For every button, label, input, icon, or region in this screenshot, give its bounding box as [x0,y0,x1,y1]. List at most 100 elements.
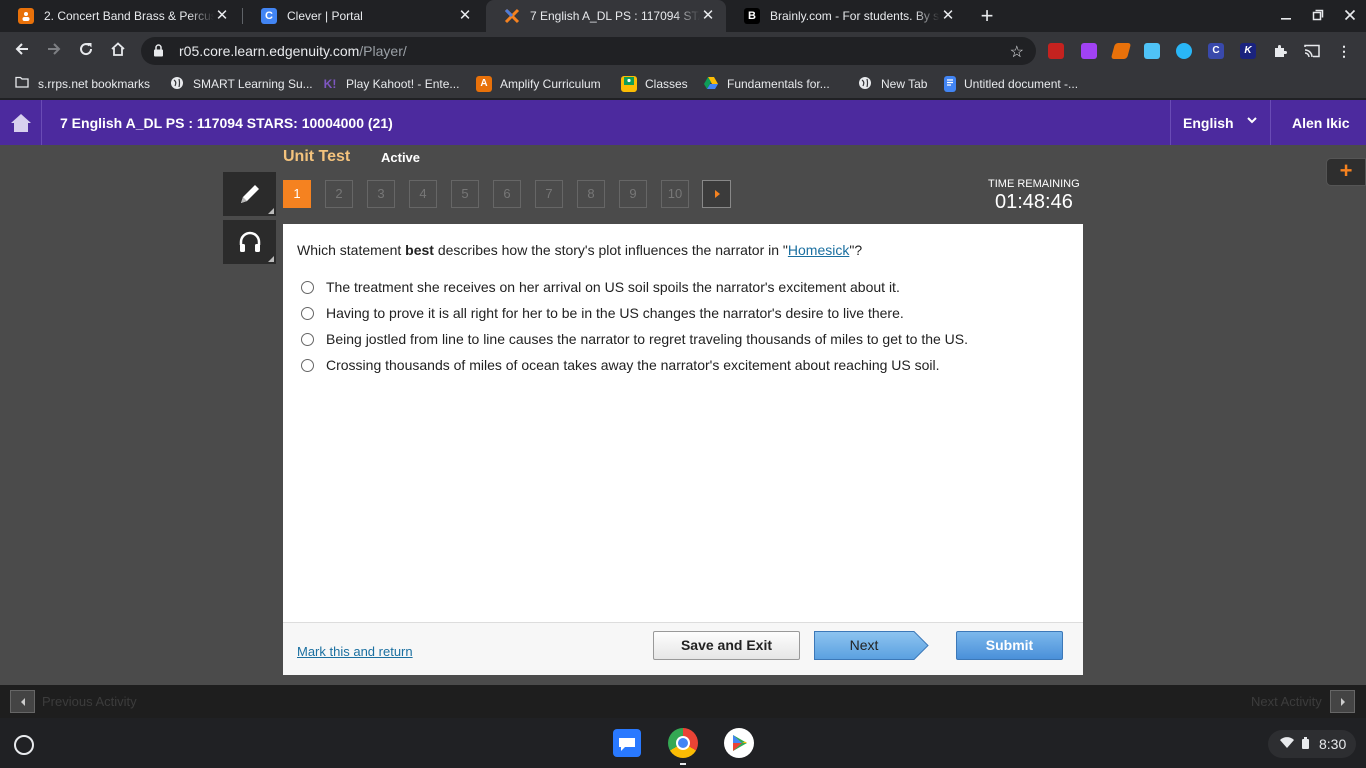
bookmark-item[interactable]: Untitled document -... [944,75,1078,93]
minimize-icon[interactable] [1276,6,1296,26]
mark-and-return-link[interactable]: Mark this and return [297,644,413,659]
globe-icon [169,76,185,92]
tab-concert-band[interactable]: 2. Concert Band Brass & Percuss ✕ [0,0,240,32]
chevron-down-icon [1246,114,1258,129]
answer-option[interactable]: Being jostled from line to line causes t… [301,331,968,347]
close-icon[interactable]: ✕ [700,8,716,24]
back-arrow-icon[interactable] [10,39,34,63]
extension-k-icon[interactable]: K [1240,43,1256,59]
bookmark-item[interactable]: Fundamentals for... [703,75,830,93]
chrome-icon[interactable] [668,728,698,758]
classroom-icon [621,76,637,92]
edgenuity-x-icon [504,8,520,24]
home-button[interactable] [0,100,42,145]
reload-icon[interactable] [74,39,98,63]
extension-hexagon-icon[interactable] [1176,43,1192,59]
question-number-10[interactable]: 10 [661,180,689,208]
language-select[interactable]: English [1170,100,1271,145]
answer-radio[interactable] [301,306,314,320]
question-number-4[interactable]: 4 [409,180,437,208]
home-icon[interactable] [106,39,130,63]
url-text: r05.core.learn.edgenuity.com/Player/ [179,43,407,59]
audio-tool-button[interactable] [223,220,276,264]
status-tray[interactable]: 8:30 [1268,730,1356,758]
close-icon[interactable]: ✕ [940,8,956,24]
plus-tab-button[interactable]: + [1326,158,1366,186]
docs-icon [944,76,956,92]
answer-option[interactable]: Having to prove it is all right for her … [301,305,904,321]
extension-download-icon[interactable] [1144,43,1160,59]
save-and-exit-button[interactable]: Save and Exit [653,631,800,660]
question-number-2[interactable]: 2 [325,180,353,208]
close-icon[interactable]: ✕ [457,8,473,24]
question-footer: Mark this and return Save and Exit Next … [283,622,1083,675]
play-arrow-icon [714,190,720,198]
chat-app-icon[interactable] [613,729,641,757]
answer-radio[interactable] [301,280,314,294]
clock-time: 8:30 [1319,736,1347,752]
homesick-link[interactable]: Homesick [788,242,849,258]
folder-icon [14,76,30,92]
extension-orange-icon[interactable] [1110,43,1132,59]
active-app-indicator [680,763,686,765]
play-store-icon[interactable] [724,728,754,758]
question-number-9[interactable]: 9 [619,180,647,208]
extensions-puzzle-icon[interactable] [1272,43,1288,59]
answer-option[interactable]: Crossing thousands of miles of ocean tak… [301,357,940,373]
question-number-3[interactable]: 3 [367,180,395,208]
bookmark-item[interactable]: New Tab [857,75,927,93]
user-name[interactable]: Alen Ikic [1292,115,1350,131]
new-tab-button[interactable]: + [977,5,997,27]
app-header: 7 English A_DL PS : 117094 STARS: 100040… [0,100,1366,145]
answer-radio[interactable] [301,332,314,346]
pencil-tool-button[interactable] [223,172,276,216]
answer-text: Being jostled from line to line causes t… [326,331,969,347]
cast-icon[interactable] [1304,43,1320,59]
question-text: Which statement best describes how the s… [297,242,863,258]
forward-arrow-icon[interactable] [42,39,66,63]
next-activity-button[interactable] [1330,690,1355,713]
answer-text: The treatment she receives on her arriva… [326,279,900,295]
answer-text: Crossing thousands of miles of ocean tak… [326,357,940,373]
course-title: 7 English A_DL PS : 117094 STARS: 100040… [60,115,393,131]
clever-icon: C [261,8,277,24]
extension-clever-icon[interactable]: C [1208,43,1224,59]
answer-option[interactable]: The treatment she receives on her arriva… [301,279,900,295]
browser-toolbar: r05.core.learn.edgenuity.com/Player/ ☆ C… [0,32,1366,70]
question-number-8[interactable]: 8 [577,180,605,208]
question-number-7[interactable]: 7 [535,180,563,208]
question-number-1[interactable]: 1 [283,180,311,208]
close-icon[interactable]: ✕ [214,8,230,24]
question-number-6[interactable]: 6 [493,180,521,208]
tab-title: 7 English A_DL PS : 117094 STA [530,9,700,23]
unit-test-title: Unit Test [283,148,351,165]
right-arrow-icon [1340,697,1345,706]
bookmark-item[interactable]: K! Play Kahoot! - Ente... [322,75,460,93]
bookmark-item[interactable]: Classes [621,75,688,93]
tab-edgenuity[interactable]: 7 English A_DL PS : 117094 STA ✕ [486,0,726,32]
extension-rw-icon[interactable] [1081,43,1097,59]
bookmark-item[interactable]: SMART Learning Su... [169,75,313,93]
previous-activity-button[interactable] [10,690,35,713]
wifi-icon [1280,736,1294,752]
launcher-icon[interactable] [14,735,34,755]
amplify-icon: A [476,76,492,92]
next-button[interactable]: Next [814,631,929,660]
answer-radio[interactable] [301,358,314,372]
address-bar[interactable]: r05.core.learn.edgenuity.com/Player/ ☆ [141,37,1036,65]
bookmark-star-icon[interactable]: ☆ [1010,42,1024,62]
bookmarks-bar: s.rrps.net bookmarks SMART Learning Su..… [0,70,1366,98]
submit-button[interactable]: Submit [956,631,1063,660]
time-remaining-label: TIME REMAINING [988,178,1080,190]
tab-clever-portal[interactable]: C Clever | Portal ✕ [243,0,483,32]
tab-brainly[interactable]: B Brainly.com - For students. By st ✕ [726,0,966,32]
question-number-5[interactable]: 5 [451,180,479,208]
close-window-icon[interactable] [1340,6,1360,26]
menu-dots-icon[interactable]: ⋮ [1336,43,1352,59]
bookmark-folder[interactable]: s.rrps.net bookmarks [14,75,150,93]
bookmark-item[interactable]: A Amplify Curriculum [476,75,601,93]
extension-bookmark-icon[interactable] [1048,43,1064,59]
globe-icon [857,76,873,92]
restore-icon[interactable] [1308,6,1328,26]
next-question-arrow[interactable] [702,180,731,208]
